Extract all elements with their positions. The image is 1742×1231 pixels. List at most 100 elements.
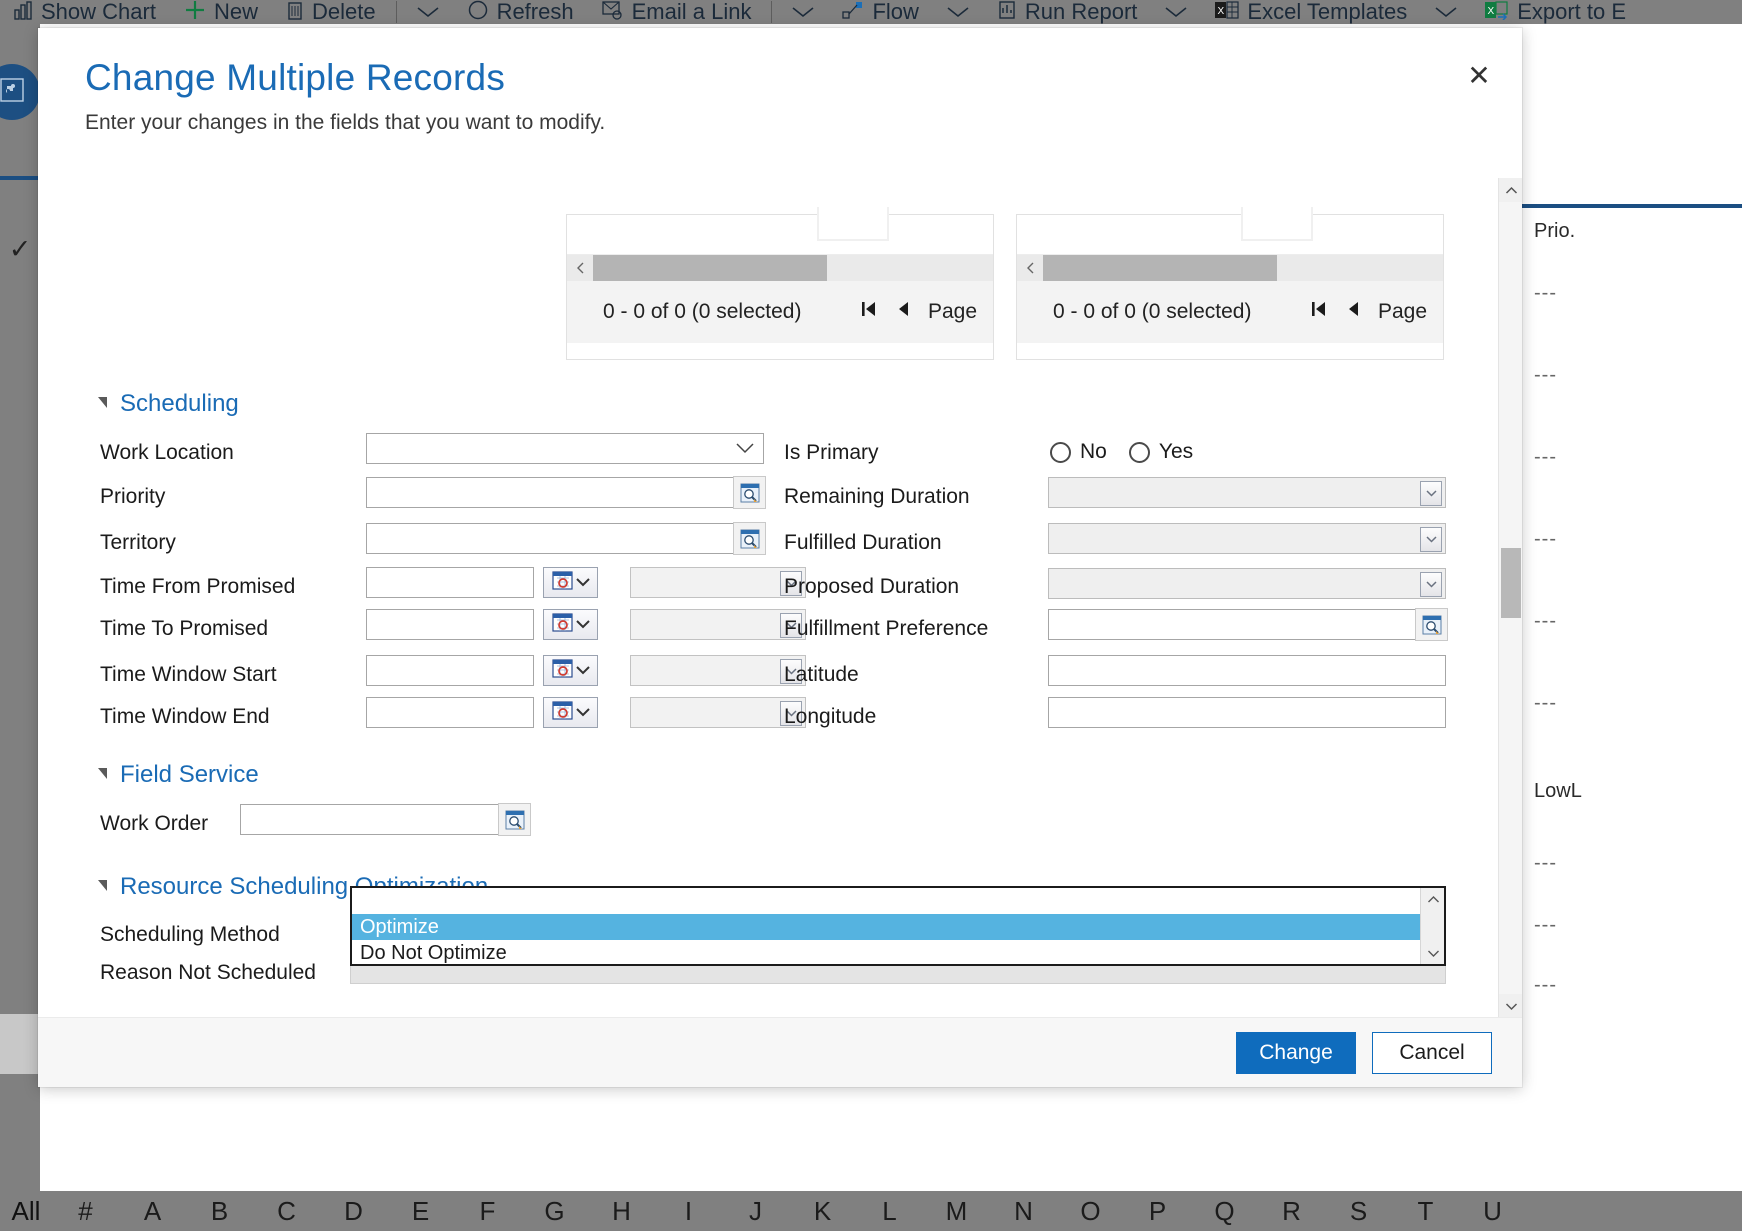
first-page-icon[interactable] [860, 299, 878, 325]
alpha-filter-i[interactable]: I [655, 1196, 722, 1227]
time-window-end-calendar-button[interactable] [543, 697, 598, 728]
work-location-select[interactable] [366, 433, 764, 464]
time-window-end-time-input[interactable] [630, 697, 806, 728]
alpha-filter-e[interactable]: E [387, 1196, 454, 1227]
longitude-input[interactable] [1048, 697, 1446, 728]
chevron-down-icon[interactable] [778, 5, 828, 19]
alphabet-filter-bar[interactable]: All # A B C D E F G H I J K L M N O P Q … [0, 1191, 1742, 1231]
scrollbar-track[interactable] [1277, 255, 1443, 281]
is-primary-option-yes[interactable]: Yes [1128, 440, 1193, 464]
alpha-filter-g[interactable]: G [521, 1196, 588, 1227]
dropdown-option-optimize[interactable]: Optimize [352, 914, 1444, 940]
alpha-filter-r[interactable]: R [1258, 1196, 1325, 1227]
scroll-up-icon[interactable] [1421, 888, 1445, 910]
chevron-down-icon[interactable] [403, 5, 453, 19]
work-order-lookup[interactable] [240, 803, 531, 836]
reason-not-scheduled-select[interactable] [350, 966, 1446, 984]
alpha-filter-k[interactable]: K [789, 1196, 856, 1227]
scheduling-method-dropdown-list[interactable]: Optimize Do Not Optimize [350, 886, 1446, 966]
close-icon[interactable]: ✕ [1458, 54, 1500, 96]
time-window-start-calendar-button[interactable] [543, 655, 598, 686]
command-delete[interactable]: Delete [272, 0, 390, 24]
dropdown-option-do-not-optimize[interactable]: Do Not Optimize [352, 940, 1444, 966]
time-window-end-date-input[interactable] [366, 697, 534, 728]
scrollbar-thumb[interactable] [593, 255, 827, 281]
radio-icon[interactable] [1128, 441, 1150, 463]
alpha-filter-hash[interactable]: # [52, 1196, 119, 1227]
alpha-filter-a[interactable]: A [119, 1196, 186, 1227]
alpha-filter-s[interactable]: S [1325, 1196, 1392, 1227]
subgrid-horizontal-scrollbar[interactable] [567, 255, 993, 281]
time-to-promised-date-input[interactable] [366, 609, 534, 640]
time-from-promised-calendar-button[interactable] [543, 567, 598, 598]
is-primary-option-no[interactable]: No [1050, 440, 1107, 464]
chevron-down-icon[interactable] [933, 5, 983, 19]
time-window-start-time-input[interactable] [630, 655, 806, 686]
time-from-promised-date-input[interactable] [366, 567, 534, 598]
command-show-chart[interactable]: Show Chart [0, 0, 170, 24]
dropdown-blank-option[interactable] [352, 888, 1444, 914]
scrollbar-thumb[interactable] [1501, 548, 1521, 618]
lookup-search-icon[interactable] [733, 476, 766, 509]
lookup-search-icon[interactable] [733, 522, 766, 555]
latitude-input[interactable] [1048, 655, 1446, 686]
command-excel-templates[interactable]: X Excel Templates [1201, 0, 1421, 24]
chevron-down-icon[interactable] [1151, 5, 1201, 19]
lookup-search-icon[interactable] [498, 803, 531, 836]
previous-page-icon[interactable] [896, 299, 910, 325]
command-run-report[interactable]: Run Report [983, 0, 1152, 24]
command-new[interactable]: New [170, 0, 272, 24]
scroll-down-icon[interactable] [1499, 994, 1522, 1018]
alpha-filter-t[interactable]: T [1392, 1196, 1459, 1227]
alpha-filter-u[interactable]: U [1459, 1196, 1526, 1227]
previous-page-icon[interactable] [1346, 299, 1360, 325]
is-primary-radio-group[interactable]: No Yes [1050, 440, 1193, 464]
command-flow[interactable]: Flow [828, 0, 932, 24]
alpha-filter-all[interactable]: All [0, 1196, 52, 1227]
time-to-promised-time-input[interactable] [630, 609, 806, 640]
cancel-button[interactable]: Cancel [1372, 1031, 1492, 1074]
subgrid-horizontal-scrollbar[interactable] [1017, 255, 1443, 281]
proposed-duration-combo[interactable] [1048, 568, 1446, 599]
alpha-filter-j[interactable]: J [722, 1196, 789, 1227]
alpha-filter-m[interactable]: M [923, 1196, 990, 1227]
first-page-icon[interactable] [1310, 299, 1328, 325]
territory-lookup[interactable] [366, 522, 766, 555]
alpha-filter-d[interactable]: D [320, 1196, 387, 1227]
command-refresh[interactable]: Refresh [453, 0, 588, 24]
chevron-down-icon[interactable] [1420, 572, 1442, 597]
dropdown-scrollbar[interactable] [1420, 888, 1444, 964]
time-window-start-date-input[interactable] [366, 655, 534, 686]
alpha-filter-b[interactable]: B [186, 1196, 253, 1227]
command-email-a-link[interactable]: Email a Link [588, 0, 766, 24]
section-header-scheduling[interactable]: Scheduling [98, 390, 239, 418]
alpha-filter-f[interactable]: F [454, 1196, 521, 1227]
select-all-checkbox[interactable]: ✓ [0, 224, 40, 274]
alpha-filter-p[interactable]: P [1124, 1196, 1191, 1227]
alpha-filter-q[interactable]: Q [1191, 1196, 1258, 1227]
alpha-filter-c[interactable]: C [253, 1196, 320, 1227]
change-button[interactable]: Change [1236, 1031, 1356, 1074]
chevron-down-icon[interactable] [1420, 527, 1442, 552]
fulfilled-duration-combo[interactable] [1048, 523, 1446, 554]
chevron-down-icon[interactable] [1421, 5, 1471, 19]
section-header-field-service[interactable]: Field Service [98, 761, 259, 789]
scroll-left-icon[interactable] [567, 255, 593, 281]
radio-icon[interactable] [1050, 441, 1071, 463]
remaining-duration-combo[interactable] [1048, 477, 1446, 508]
fulfillment-preference-lookup[interactable] [1048, 608, 1448, 641]
alpha-filter-h[interactable]: H [588, 1196, 655, 1227]
scroll-left-icon[interactable] [1017, 255, 1043, 281]
scroll-down-icon[interactable] [1421, 942, 1445, 964]
time-to-promised-calendar-button[interactable] [543, 609, 598, 640]
scrollbar-track[interactable] [827, 255, 993, 281]
alpha-filter-l[interactable]: L [856, 1196, 923, 1227]
dialog-vertical-scrollbar[interactable] [1498, 178, 1522, 1018]
time-from-promised-time-input[interactable] [630, 567, 806, 598]
command-export-to-excel[interactable]: X Export to E [1471, 0, 1640, 24]
lookup-search-icon[interactable] [1415, 608, 1448, 641]
scroll-up-icon[interactable] [1499, 178, 1522, 202]
alpha-filter-o[interactable]: O [1057, 1196, 1124, 1227]
alpha-filter-n[interactable]: N [990, 1196, 1057, 1227]
scrollbar-thumb[interactable] [1043, 255, 1277, 281]
